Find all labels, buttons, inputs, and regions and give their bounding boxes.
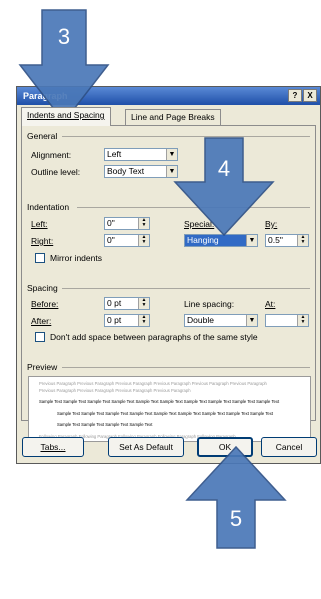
callout-number-4: 4: [217, 156, 231, 181]
callout-arrow-4-icon: [173, 137, 275, 237]
callout-number-3: 3: [57, 24, 71, 49]
tab-label: Indents and Spacing: [27, 110, 105, 120]
callout-arrows-layer: [18, 9, 287, 549]
callout-number-5: 5: [229, 506, 243, 531]
callout-arrow-5-icon: [185, 445, 287, 549]
tab-indents-and-spacing[interactable]: Indents and Spacing: [21, 107, 111, 126]
